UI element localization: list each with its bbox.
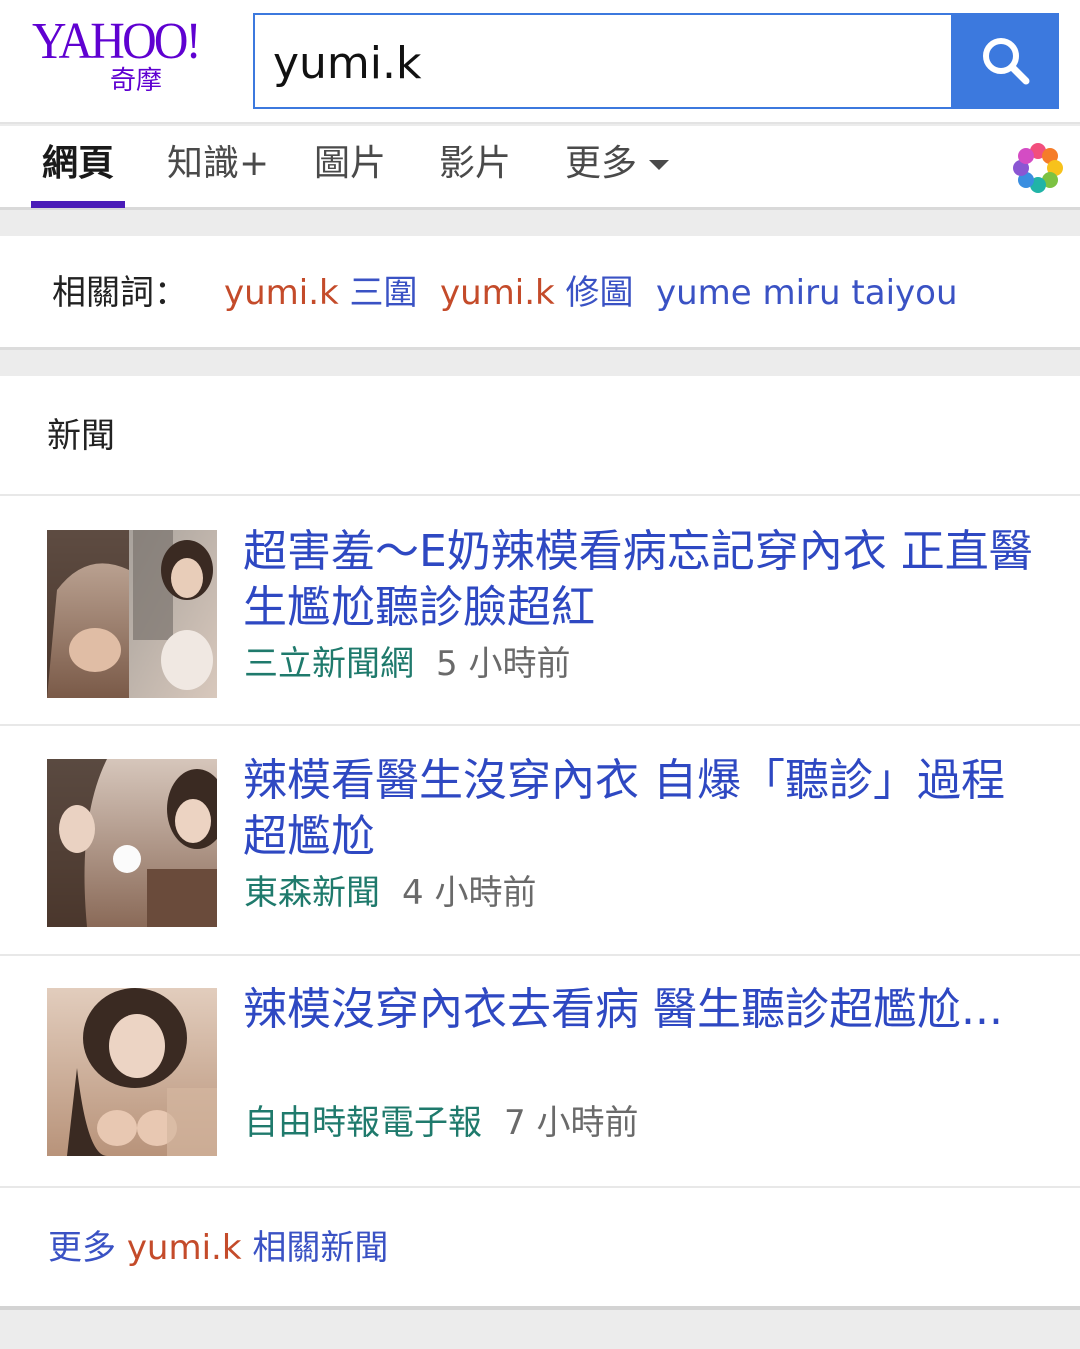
related-searches: 相關詞： yumi.k 三圍 yumi.k 修圖 yume miru taiyo…: [0, 236, 1080, 350]
related-link-2[interactable]: yumi.k 修圖: [440, 272, 634, 314]
vertical-tabs: 網頁 知識+ 圖片 影片 更多: [0, 126, 1080, 210]
tab-answers[interactable]: 知識+: [167, 126, 269, 210]
related-link-suffix: 三圍: [338, 273, 418, 313]
news-time: 4 小時前: [402, 873, 537, 913]
logo-text: YAHOO!: [32, 13, 202, 70]
news-time: 5 小時前: [436, 644, 571, 684]
news-thumbnail[interactable]: [47, 988, 217, 1156]
search-icon: [983, 38, 1030, 85]
related-link-suffix: 修圖: [554, 273, 634, 313]
tab-images[interactable]: 圖片: [314, 126, 386, 210]
news-source: 自由時報電子報: [244, 1103, 482, 1143]
news-meta: 東森新聞 4 小時前: [244, 873, 536, 913]
related-label: 相關詞：: [52, 273, 188, 313]
news-meta: 自由時報電子報 7 小時前: [244, 1103, 638, 1143]
more-news-link[interactable]: 更多 yumi.k 相關新聞: [48, 1228, 388, 1268]
active-tab-indicator: [31, 201, 125, 208]
related-link-query: yumi.k: [440, 273, 555, 313]
logo-subtext: 奇摩: [110, 66, 163, 96]
yahoo-logo[interactable]: YAHOO! 奇摩: [32, 16, 222, 102]
news-time: 7 小時前: [504, 1103, 639, 1143]
tab-web[interactable]: 網頁: [42, 126, 114, 210]
news-thumbnail[interactable]: [47, 530, 217, 698]
search-results-page: YAHOO! 奇摩 網頁 知識+ 圖片 影片 更多: [0, 0, 1080, 1349]
more-news-prefix: 更多: [48, 1228, 127, 1268]
chevron-down-icon: [649, 160, 670, 170]
apps-flower-icon[interactable]: [1012, 142, 1064, 194]
search-box[interactable]: [253, 13, 953, 109]
search-button[interactable]: [953, 13, 1059, 109]
news-headline-link[interactable]: 辣模沒穿內衣去看病 醫生聽診超尷尬...: [243, 982, 1033, 1038]
related-link-query: yumi.k: [224, 273, 339, 313]
tab-more-label: 更多: [565, 143, 638, 184]
divider: [0, 954, 1080, 956]
news-heading: 新聞: [47, 416, 115, 456]
divider: [0, 494, 1080, 496]
tab-videos[interactable]: 影片: [439, 126, 511, 210]
page-bottom: [0, 1310, 1080, 1349]
news-headline-link[interactable]: 超害羞～E奶辣模看病忘記穿內衣 正直醫生尷尬聽診臉超紅: [243, 524, 1033, 636]
divider: [0, 1186, 1080, 1188]
news-source: 東森新聞: [244, 873, 380, 913]
news-section: 新聞 超害羞～E奶辣模看病忘記穿內衣 正直醫生尷尬聽診臉超紅 三立新聞網 5 小…: [0, 376, 1080, 1310]
related-link-1[interactable]: yumi.k 三圍: [224, 272, 418, 314]
news-headline-link[interactable]: 辣模看醫生沒穿內衣 自爆「聽診」過程超尷尬: [243, 753, 1033, 865]
news-thumbnail[interactable]: [47, 759, 217, 927]
search-input[interactable]: [273, 33, 913, 93]
news-meta: 三立新聞網 5 小時前: [244, 644, 570, 684]
divider: [0, 724, 1080, 726]
more-news-query: yumi.k: [126, 1228, 242, 1268]
tab-more[interactable]: 更多: [565, 126, 670, 210]
more-news-suffix: 相關新聞: [241, 1228, 389, 1268]
related-link-3[interactable]: yume miru taiyou: [656, 272, 958, 314]
news-source: 三立新聞網: [244, 644, 414, 684]
header: YAHOO! 奇摩: [0, 0, 1080, 124]
